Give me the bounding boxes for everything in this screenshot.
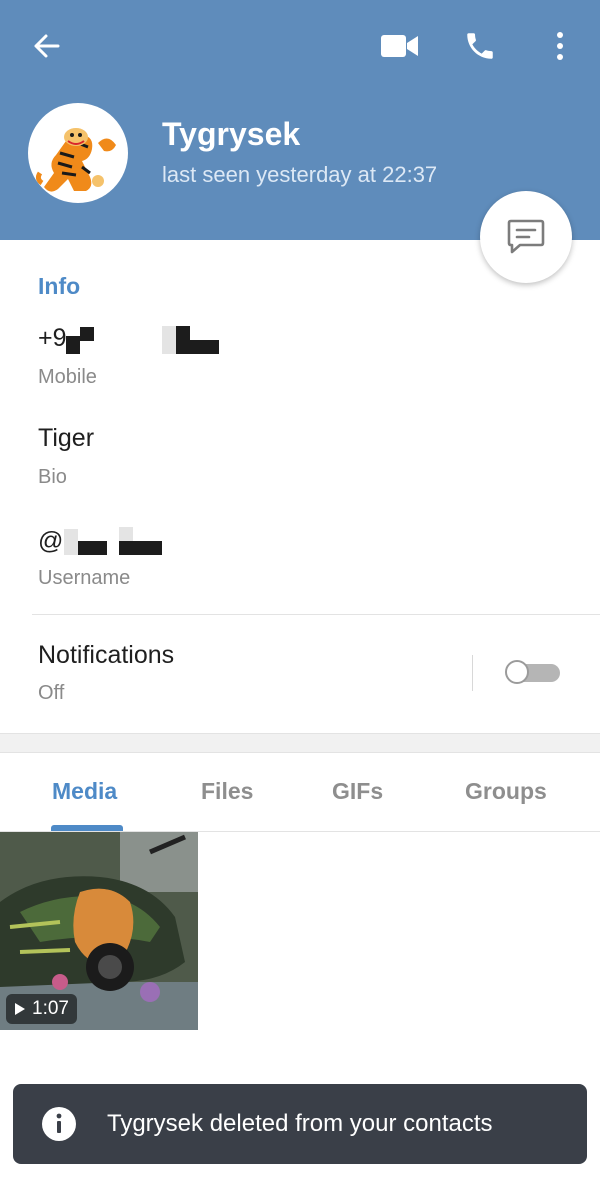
username-redaction [133,541,162,555]
phone-redaction [190,340,219,354]
back-arrow-icon[interactable] [22,22,70,70]
phone-redaction [162,326,176,354]
username-redaction [78,541,107,555]
divider [472,655,473,691]
username-value[interactable]: @ [38,527,63,556]
avatar[interactable] [28,103,128,203]
more-vertical-icon[interactable] [536,22,584,70]
profile-name: Tygrysek [162,116,301,152]
last-seen-status: last seen yesterday at 22:37 [162,162,438,187]
info-section-title: Info [38,273,81,299]
phone-redaction [80,327,94,341]
message-icon [507,219,545,254]
phone-number[interactable]: +9 [38,324,67,353]
phone-redaction [176,326,190,354]
play-icon [15,1003,25,1015]
username-label: Username [38,567,131,589]
divider [32,614,600,615]
message-button[interactable] [480,191,572,283]
tab-groups[interactable]: Groups [465,778,547,805]
phone-prefix: +9 [38,324,67,352]
notifications-toggle[interactable] [505,660,560,686]
username-redaction [64,529,78,555]
tab-gifs[interactable]: GIFs [332,778,383,805]
bio-label: Bio [38,466,67,488]
phone-label: Mobile [38,366,97,388]
phone-redaction [66,336,80,354]
info-icon [42,1107,76,1141]
bio-value[interactable]: Tiger [38,424,94,453]
tab-media[interactable]: Media [52,778,117,805]
username-redaction [119,541,133,555]
toast-notification: Tygrysek deleted from your contacts [13,1084,587,1164]
toggle-knob [505,660,529,684]
notifications-value: Off [38,682,65,704]
toast-message: Tygrysek deleted from your contacts [107,1110,493,1137]
notifications-title[interactable]: Notifications [38,641,174,670]
video-call-icon[interactable] [376,22,424,70]
video-duration-badge: 1:07 [6,994,77,1024]
phone-icon[interactable] [456,22,504,70]
tab-files[interactable]: Files [201,778,253,805]
username-redaction [119,527,133,541]
video-duration: 1:07 [32,998,69,1019]
username-prefix: @ [38,527,64,555]
section-separator [0,733,600,753]
